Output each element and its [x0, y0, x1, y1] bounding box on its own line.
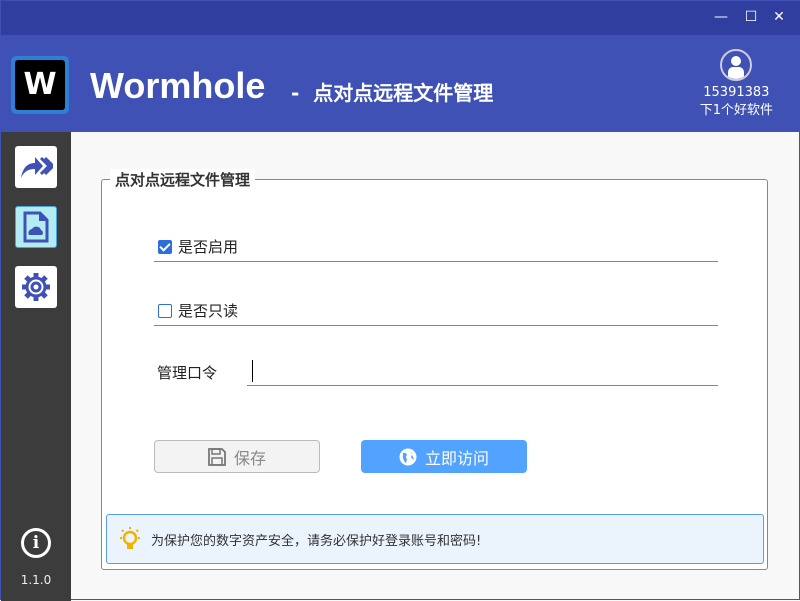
settings-group: 点对点远程文件管理 是否启用 是否只读 管理口令 保存 立即访问 为保护您的数字…: [101, 169, 768, 570]
sidebar-item-file-cloud[interactable]: [15, 206, 57, 248]
sidebar-item-settings[interactable]: [15, 266, 57, 308]
password-input[interactable]: [247, 358, 718, 386]
sidebar: i 1.1.0: [1, 132, 71, 601]
sidebar-item-transfer[interactable]: [15, 146, 57, 188]
user-info[interactable]: 15391383 下1个好软件: [700, 49, 773, 120]
password-label: 管理口令: [157, 364, 218, 382]
readonly-label: 是否只读: [178, 302, 239, 320]
visit-now-label: 立即访问: [424, 448, 489, 468]
visit-now-button[interactable]: 立即访问: [361, 440, 527, 473]
gear-icon: [22, 273, 50, 301]
enable-label: 是否启用: [178, 238, 239, 256]
app-subtitle: - 点对点远程文件管理: [291, 77, 493, 106]
version-label: 1.1.0: [20, 573, 52, 587]
floppy-disk-icon: [208, 447, 226, 466]
lightbulb-icon: [120, 527, 140, 549]
globe-icon: [399, 448, 417, 465]
avatar-icon[interactable]: [720, 49, 753, 81]
maximize-button[interactable]: ☐: [741, 9, 761, 25]
readonly-checkbox[interactable]: [158, 304, 172, 318]
enable-row[interactable]: 是否启用: [154, 236, 718, 262]
minimize-button[interactable]: —: [711, 9, 731, 25]
enable-checkbox[interactable]: [158, 240, 172, 254]
info-icon[interactable]: i: [21, 528, 51, 558]
tip-text: 为保护您的数字资产安全，请务必保护好登录账号和密码!: [151, 533, 482, 549]
subtitle-text: 点对点远程文件管理: [313, 81, 494, 105]
group-title: 点对点远程文件管理: [110, 169, 256, 190]
app-name: Wormhole: [90, 65, 266, 106]
text-caret: [252, 360, 253, 382]
app-logo: W: [11, 56, 69, 114]
title-bar: — ☐ ✕: [1, 1, 800, 35]
close-button[interactable]: ✕: [769, 9, 789, 25]
security-tip: 为保护您的数字资产安全，请务必保护好登录账号和密码!: [106, 514, 764, 564]
user-name: 下1个好软件: [699, 103, 773, 118]
logo-icon: W: [15, 60, 65, 110]
subtitle-separator: -: [291, 81, 300, 105]
save-label: 保存: [233, 448, 266, 468]
readonly-row[interactable]: 是否只读: [154, 300, 718, 326]
user-id: 15391383: [703, 85, 770, 100]
forward-arrows-icon: [21, 156, 53, 178]
file-cloud-icon: [23, 211, 49, 243]
save-button[interactable]: 保存: [154, 440, 320, 473]
app-header: W Wormhole - 点对点远程文件管理 15391383 下1个好软件: [1, 35, 800, 132]
